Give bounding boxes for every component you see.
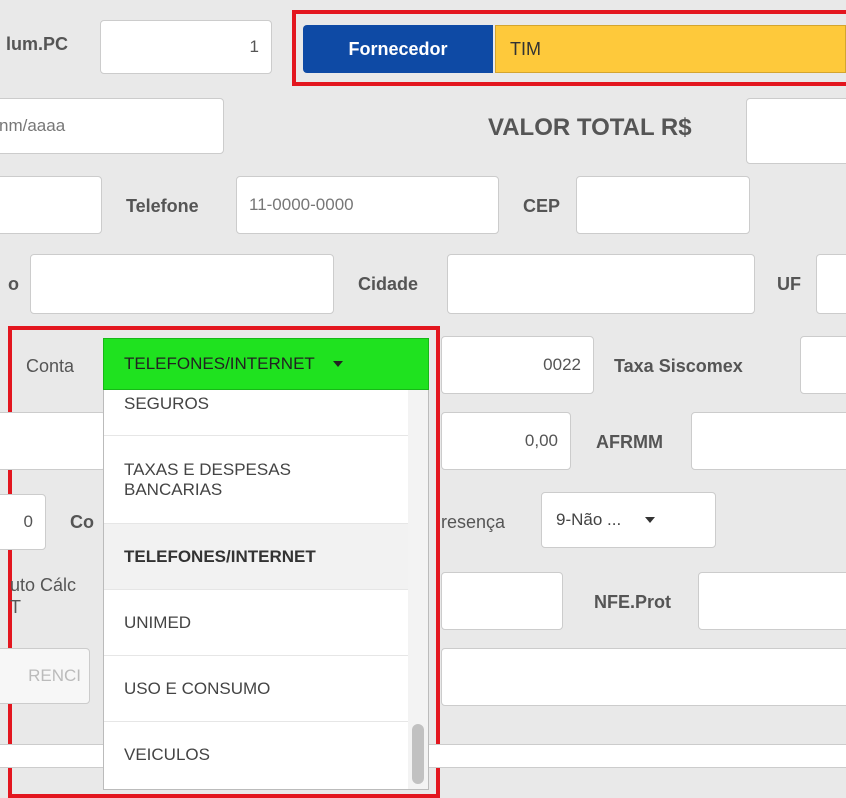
- cidade-input[interactable]: [447, 254, 755, 314]
- afrmm-input[interactable]: [691, 412, 846, 470]
- conta-select[interactable]: TELEFONES/INTERNET: [103, 338, 429, 390]
- telefone-input[interactable]: 11-0000-0000: [236, 176, 499, 234]
- taxa-siscomex-label: Taxa Siscomex: [614, 356, 743, 376]
- dropdown-item-telefones[interactable]: TELEFONES/INTERNET: [104, 524, 408, 590]
- conta-dropdown-list[interactable]: SEGUROS TAXAS E DESPESAS BANCARIAS TELEF…: [103, 390, 429, 790]
- wide-input-row9[interactable]: [441, 648, 846, 706]
- taxa-siscomex-input[interactable]: [800, 336, 846, 394]
- cep-input[interactable]: [576, 176, 750, 234]
- dropdown-item-taxas[interactable]: TAXAS E DESPESAS BANCARIAS: [104, 436, 408, 524]
- code-input[interactable]: 0022: [441, 336, 594, 394]
- uf-input[interactable]: [816, 254, 846, 314]
- auto-calc-label-line2: T: [10, 597, 21, 617]
- partial-input-row3[interactable]: [0, 176, 102, 234]
- amount-input[interactable]: 0,00: [441, 412, 571, 470]
- conta-label: Conta: [26, 356, 75, 376]
- cep-label: CEP: [523, 196, 561, 216]
- dropdown-item-unimed[interactable]: UNIMED: [104, 590, 408, 656]
- valor-total-label: VALOR TOTAL R$: [488, 114, 692, 141]
- dropdown-item-uso-consumo[interactable]: USO E CONSUMO: [104, 656, 408, 722]
- dropdown-item-veiculos[interactable]: VEICULOS: [104, 722, 408, 788]
- partial-input-row4[interactable]: [30, 254, 334, 314]
- auto-calc-label: uto Cálc T: [10, 574, 76, 618]
- volume-input[interactable]: 1: [100, 20, 272, 74]
- partial-button-row9[interactable]: RENCI: [0, 648, 90, 704]
- uf-label: UF: [777, 274, 801, 294]
- presenca-select-value: 9-Não ...: [556, 510, 622, 529]
- valor-total-input[interactable]: [746, 98, 846, 164]
- presenca-select[interactable]: 9-Não ...: [541, 492, 716, 548]
- caret-down-icon: [332, 361, 343, 367]
- conta-select-value: TELEFONES/INTERNET: [124, 354, 315, 373]
- dropdown-scrollbar[interactable]: [408, 390, 428, 789]
- dropdown-scrollbar-thumb[interactable]: [412, 724, 424, 784]
- fornecedor-value[interactable]: TIM: [495, 25, 846, 73]
- auto-calc-input[interactable]: [441, 572, 563, 630]
- fornecedor-button[interactable]: Fornecedor: [303, 25, 493, 73]
- dropdown-item-seguros[interactable]: SEGUROS: [104, 390, 408, 436]
- nfe-prot-input[interactable]: [698, 572, 846, 630]
- telefone-label: Telefone: [126, 196, 199, 216]
- left-value-input[interactable]: 0: [0, 494, 46, 550]
- volume-label: lum.PC: [6, 34, 69, 54]
- cidade-label: Cidade: [358, 274, 419, 294]
- auto-calc-label-line1: uto Cálc: [10, 575, 77, 595]
- afrmm-label: AFRMM: [596, 432, 663, 452]
- presenca-label: resença: [441, 512, 506, 532]
- partial-input-row6[interactable]: [0, 412, 106, 470]
- partial-label-row4: o: [8, 274, 19, 294]
- caret-down-icon: [645, 517, 656, 523]
- nfe-prot-label: NFE.Prot: [594, 592, 672, 612]
- date-input[interactable]: nm/aaaa: [0, 98, 224, 154]
- co-label: Co: [70, 512, 94, 532]
